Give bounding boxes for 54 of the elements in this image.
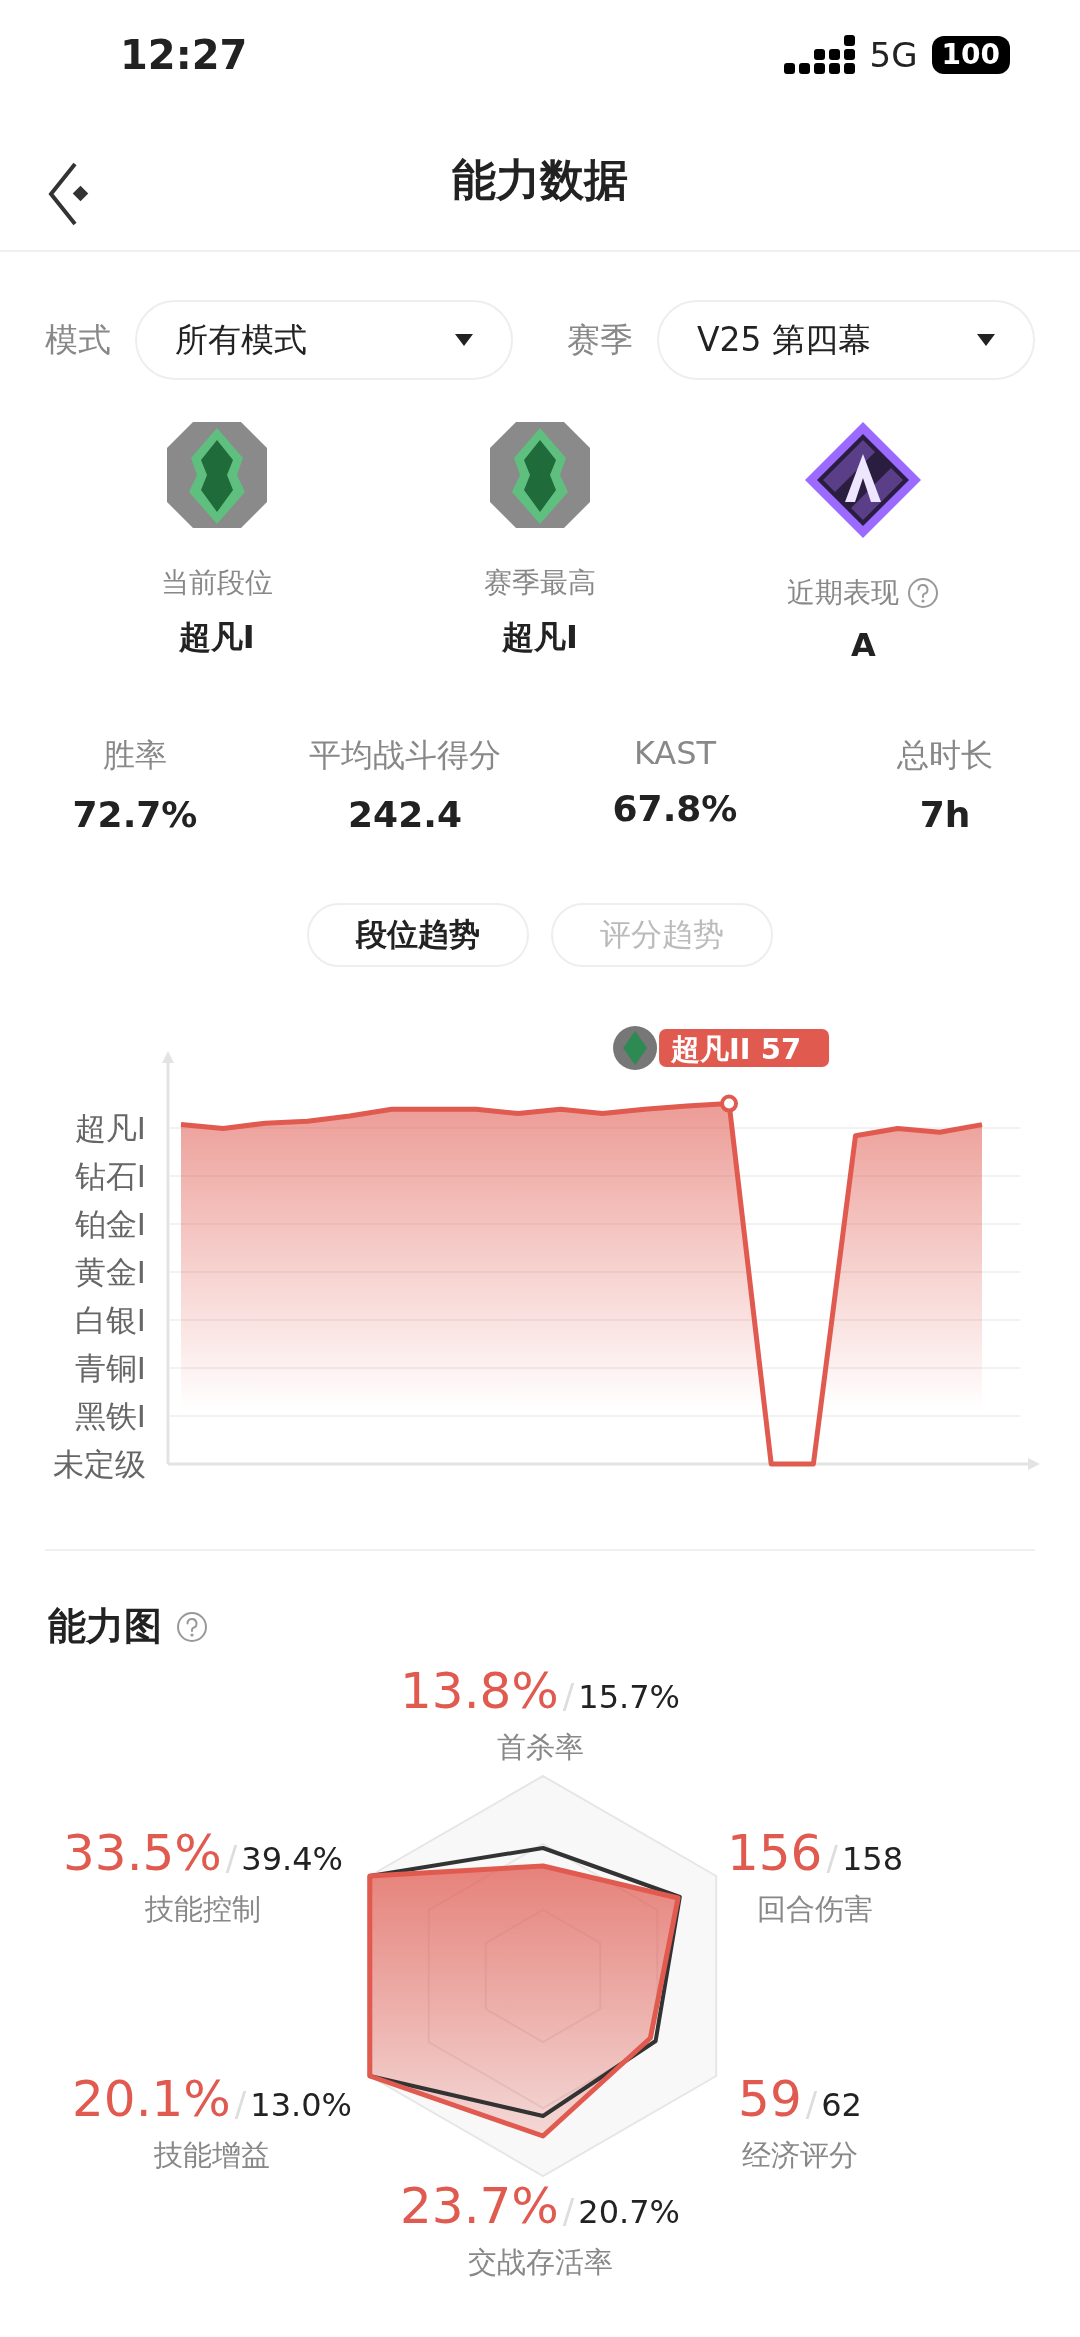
stat-values: 59/62 [738, 2070, 862, 2128]
trend-tab[interactable]: 段位趋势 [307, 903, 529, 967]
axis-label: 未定级 [53, 1446, 146, 1482]
caret-icon [455, 334, 473, 346]
axis-label: 白银I [74, 1302, 146, 1338]
status-time: 12:27 [120, 32, 248, 78]
gem-emblem-icon [488, 420, 592, 530]
axis-label: 技能增益 [154, 2137, 270, 2174]
tooltip: 超凡II 57 [659, 1029, 830, 1067]
rank-value: 超凡I [178, 617, 255, 658]
rank-label: 当前段位 [160, 565, 273, 601]
stat-value: 242.4 [348, 794, 462, 835]
rank-value: A [850, 626, 876, 664]
stat-label: 平均战斗得分 [309, 735, 501, 776]
caret-icon [977, 334, 995, 346]
rank-label: 近期表现 [787, 575, 900, 611]
axis-label: 回合伤害 [757, 1891, 873, 1928]
axis-label: 钻石I [74, 1158, 146, 1194]
filter-label: 赛季 [567, 318, 633, 361]
axis-label: 铂金I [74, 1206, 146, 1242]
gem-emblem-icon [164, 420, 269, 530]
page-title: 能力数据 [452, 152, 628, 207]
signal-icon [783, 35, 856, 75]
axis-label: 黑铁I [74, 1398, 146, 1434]
axis-label: 交战存活率 [467, 2244, 613, 2281]
axis-label: 经济评分 [742, 2137, 858, 2174]
stat-values: 33.5%/39.4% [63, 1824, 343, 1882]
axis-label: 超凡I [74, 1110, 146, 1146]
rank-label: 赛季最高 [484, 565, 596, 601]
filter-label: 模式 [45, 318, 111, 361]
axis-label: 青铜I [74, 1350, 146, 1386]
stat-values: 23.7%/20.7% [400, 2177, 680, 2235]
stat-value: 67.8% [612, 788, 738, 829]
axis-label: 黄金I [74, 1254, 146, 1290]
stat-label: 胜率 [103, 735, 167, 776]
stat-values: 20.1%/13.0% [72, 2070, 352, 2128]
filter-dropdown[interactable]: 所有模式 [135, 300, 513, 380]
battery-indicator: 100 [931, 36, 1010, 74]
stat-label: 总时长 [897, 735, 993, 776]
gem-icon [613, 1026, 658, 1070]
stat-value: 72.7% [72, 794, 198, 835]
rank-value: 超凡I [502, 617, 578, 658]
diamond-emblem-icon [803, 420, 924, 540]
help-icon[interactable] [907, 577, 940, 609]
section-title: 能力图 [48, 1603, 162, 1650]
stat-values: 156/158 [727, 1824, 903, 1882]
stat-label: KAST [633, 734, 717, 772]
stat-value: 7h [919, 794, 971, 835]
axis-label: 技能控制 [145, 1891, 261, 1928]
network-label: 5G [869, 35, 918, 75]
filter-dropdown[interactable]: V25 第四幕 [657, 300, 1035, 380]
axis-label: 首杀率 [496, 1729, 584, 1766]
help-icon[interactable] [176, 1610, 208, 1643]
stat-values: 13.8%/15.7% [400, 1662, 680, 1720]
